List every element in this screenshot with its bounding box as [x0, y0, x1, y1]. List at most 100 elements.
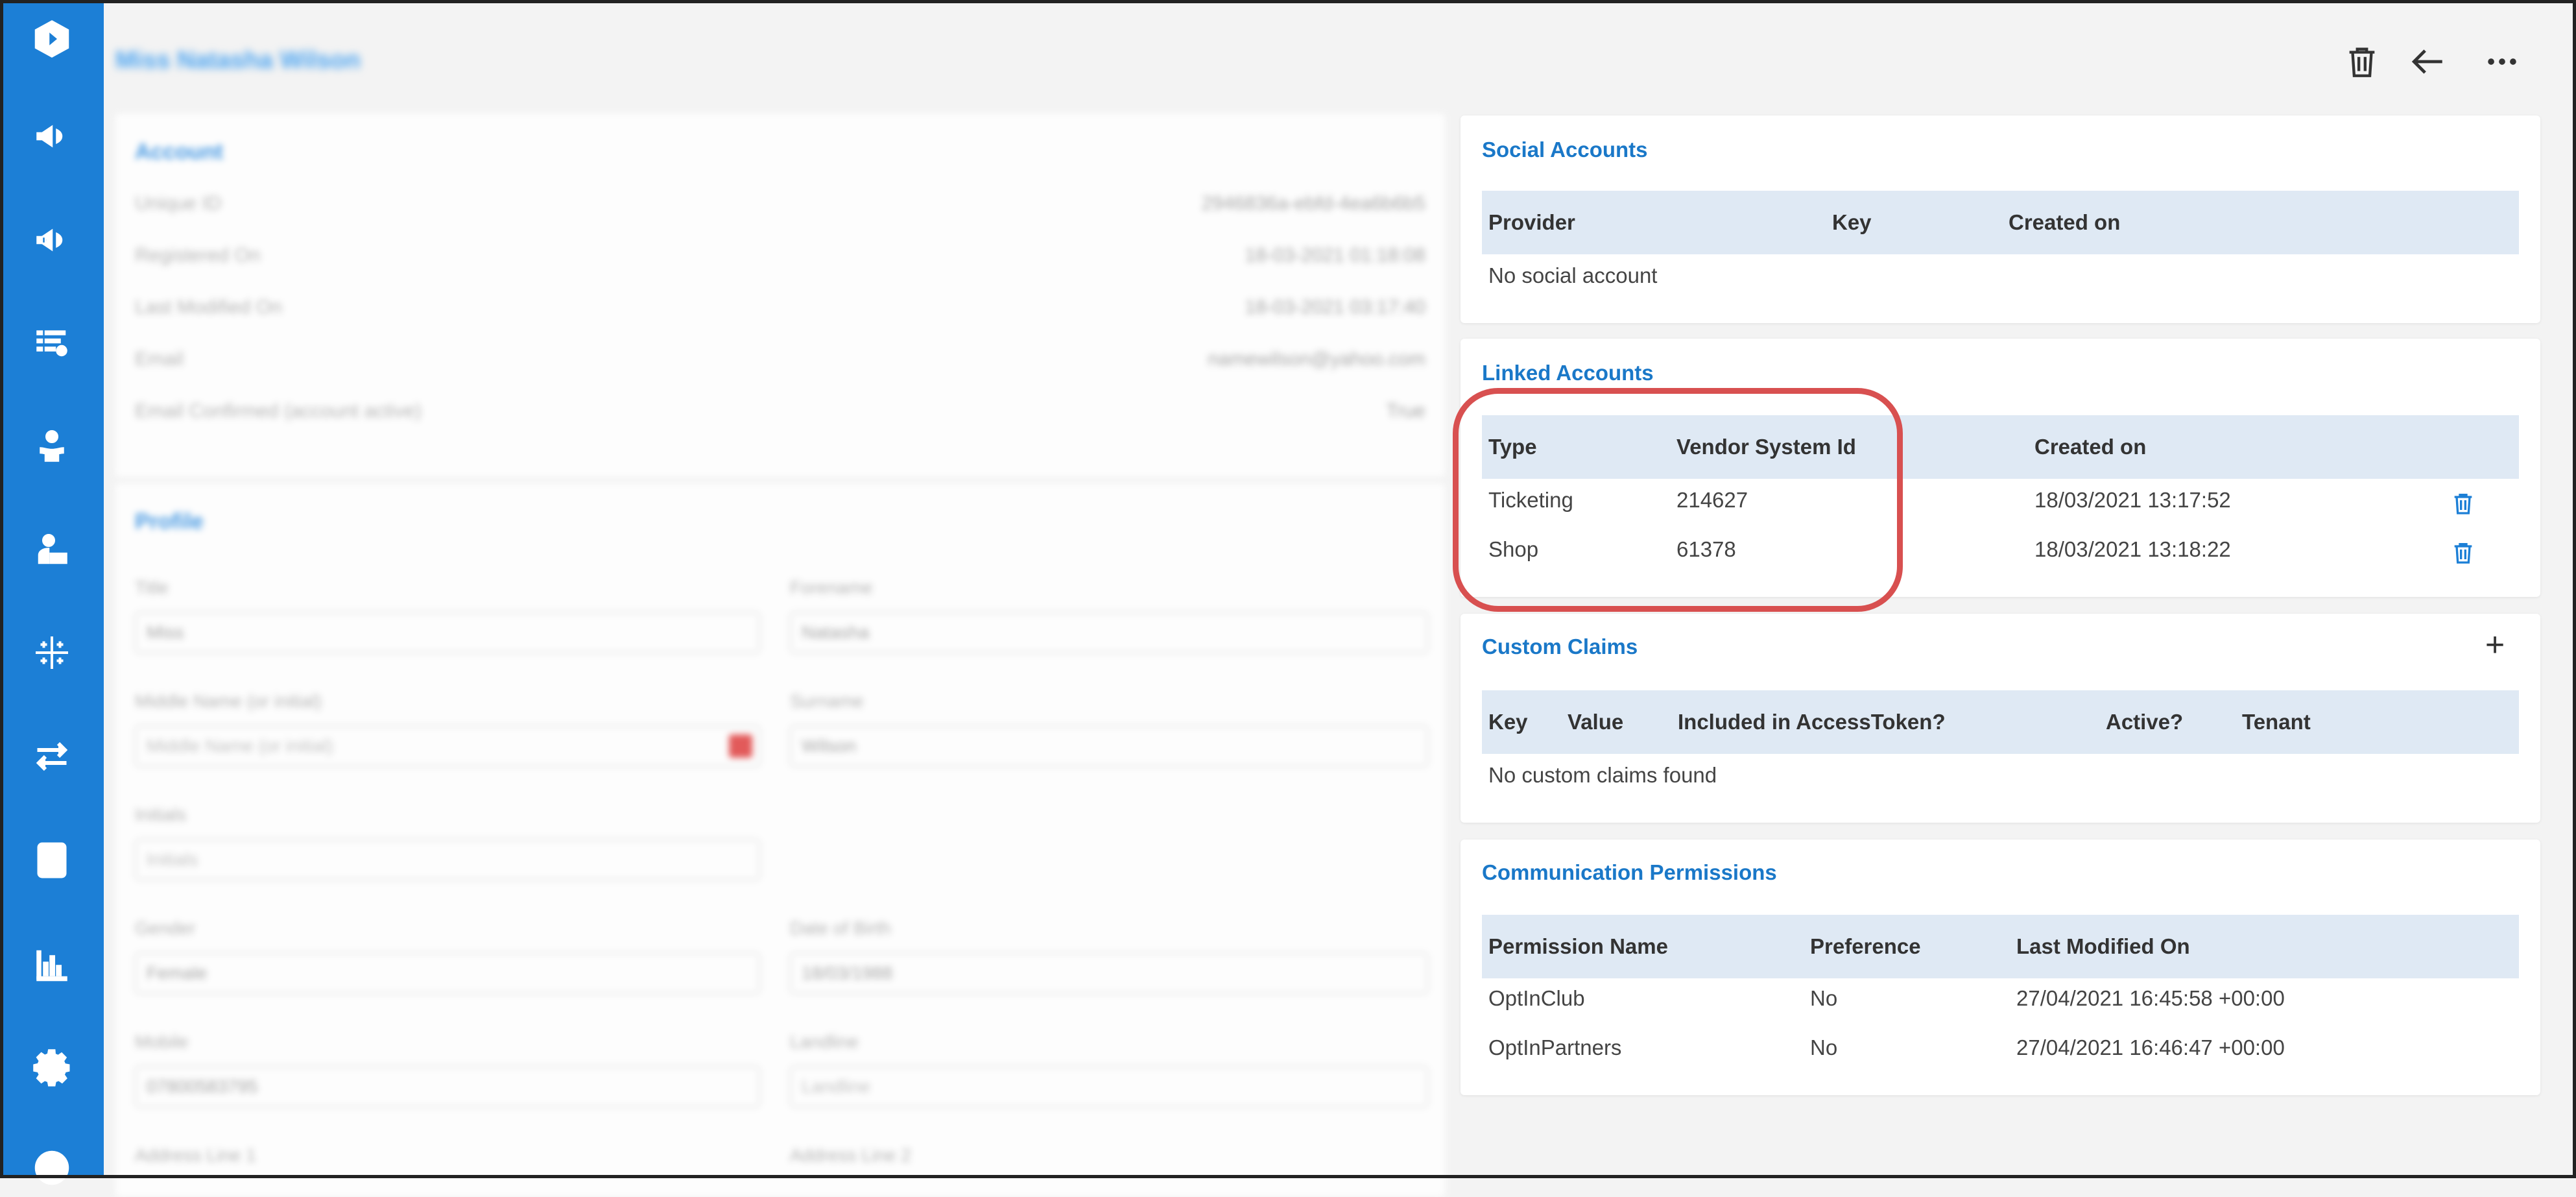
more-icon	[2488, 58, 2516, 65]
delete-linked-account-button[interactable]	[2450, 489, 2476, 518]
column-header-permission-name[interactable]: Permission Name	[1488, 934, 1668, 959]
permission-last-modified: 27/04/2021 16:46:47 +00:00	[2016, 1035, 2285, 1059]
trash-icon	[2349, 47, 2375, 77]
mobile-value: 07800583795	[147, 1076, 258, 1096]
delete-button[interactable]	[2336, 36, 2388, 88]
contact-card-icon[interactable]	[25, 833, 79, 888]
grid-icon[interactable]	[25, 625, 79, 680]
forename-value: Natasha	[802, 622, 870, 642]
gear-icon[interactable]	[25, 1041, 79, 1095]
account-row-label: Email	[135, 348, 184, 370]
middle-name-placeholder: Middle Name (or initial)	[147, 736, 333, 756]
help-icon[interactable]	[25, 1141, 79, 1195]
permission-last-modified: 27/04/2021 16:45:58 +00:00	[2016, 986, 2285, 1010]
title-value: Miss	[147, 622, 184, 642]
column-header-preference[interactable]: Preference	[1810, 934, 1921, 959]
profile-title: Profile	[135, 509, 204, 534]
gender-label: Gender	[135, 918, 196, 938]
surname-value: Wilson	[802, 736, 857, 756]
column-header-created-on[interactable]: Created on	[2034, 435, 2146, 459]
user-desk-icon[interactable]	[25, 523, 79, 577]
forename-input[interactable]: Natasha	[790, 612, 1428, 653]
column-header-created-on[interactable]: Created on	[2009, 210, 2120, 235]
column-header-provider[interactable]: Provider	[1488, 210, 1575, 235]
account-row-label: Registered On	[135, 245, 261, 266]
account-row-value: 18-03-2021 03:17:40	[1245, 296, 1425, 318]
landline-input[interactable]: Landline	[790, 1066, 1428, 1107]
back-button[interactable]	[2402, 36, 2454, 88]
custom-claims-table-header: Key Value Included in AccessToken? Activ…	[1482, 690, 2519, 754]
social-accounts-empty-message: No social account	[1488, 263, 1658, 287]
custom-claims-empty-message: No custom claims found	[1488, 763, 1717, 787]
permission-preference: No	[1810, 1035, 1838, 1059]
communication-permissions-table-header: Permission Name Preference Last Modified…	[1482, 915, 2519, 978]
list-settings-icon[interactable]	[25, 315, 79, 370]
trash-icon	[2454, 494, 2472, 514]
add-custom-claim-button[interactable]: +	[2475, 625, 2514, 664]
account-row: Registered On 18-03-2021 01:18:08	[135, 245, 1425, 271]
address-line-1-label: Address Line 1	[135, 1145, 256, 1165]
user-hand-icon[interactable]	[25, 419, 79, 474]
mobile-input[interactable]: 07800583795	[135, 1066, 760, 1107]
column-header-key[interactable]: Key	[1488, 710, 1528, 734]
account-row-value: namewilson@yahoo.com	[1208, 348, 1425, 370]
landline-label: Landline	[790, 1032, 859, 1052]
mobile-label: Mobile	[135, 1032, 189, 1052]
column-header-last-modified-on[interactable]: Last Modified On	[2016, 934, 2190, 959]
column-header-key[interactable]: Key	[1832, 210, 1872, 235]
column-header-active[interactable]: Active?	[2106, 710, 2183, 734]
initials-label: Initials	[135, 804, 187, 825]
permission-name: OptInPartners	[1488, 1035, 1622, 1059]
account-row-value: True	[1386, 400, 1425, 422]
validation-error-icon	[729, 734, 752, 758]
account-row-value: 18-03-2021 01:18:08	[1245, 245, 1425, 266]
landline-placeholder: Landline	[802, 1076, 870, 1096]
transfer-icon[interactable]	[25, 729, 79, 784]
gender-select[interactable]: Female	[135, 952, 760, 994]
dob-value: 18/03/1988	[802, 963, 893, 983]
title-label: Title	[135, 577, 169, 598]
more-options-button[interactable]	[2476, 36, 2528, 88]
middle-name-input[interactable]: Middle Name (or initial)	[135, 725, 760, 767]
megaphone-plus-icon[interactable]	[25, 213, 79, 267]
column-header-tenant[interactable]: Tenant	[2242, 710, 2311, 734]
back-arrow-icon	[2411, 49, 2442, 74]
surname-input[interactable]: Wilson	[790, 725, 1428, 767]
linked-account-created-on: 18/03/2021 13:18:22	[2034, 537, 2231, 561]
account-row-value: 2946836a-ebfd-4ea6b6b5	[1201, 193, 1425, 214]
column-header-included-in-accesstoken[interactable]: Included in AccessToken?	[1678, 710, 1946, 734]
communication-permissions-title: Communication Permissions	[1482, 860, 1777, 884]
account-title: Account	[135, 139, 223, 164]
account-row: Email Confirmed (account active) True	[135, 400, 1425, 426]
account-row-label: Unique ID	[135, 193, 222, 214]
delete-linked-account-button[interactable]	[2450, 538, 2476, 567]
forename-label: Forename	[790, 577, 873, 598]
column-header-value[interactable]: Value	[1568, 710, 1623, 734]
dob-input[interactable]: 18/03/1988	[790, 952, 1428, 994]
gender-value: Female	[147, 963, 208, 983]
account-card: Account Unique ID 2946836a-ebfd-4ea6b6b5 …	[115, 114, 1445, 477]
account-row: Last Modified On 18-03-2021 03:17:40	[135, 296, 1425, 322]
social-accounts-title: Social Accounts	[1482, 138, 1648, 162]
permission-name: OptInClub	[1488, 986, 1585, 1010]
account-row: Unique ID 2946836a-ebfd-4ea6b6b5	[135, 193, 1425, 219]
megaphone-icon[interactable]	[25, 109, 79, 163]
bar-chart-icon[interactable]	[25, 937, 79, 991]
page-title: Miss Natasha Wilson	[115, 47, 361, 74]
title-select[interactable]: Miss	[135, 612, 760, 653]
permission-preference: No	[1810, 986, 1838, 1010]
custom-claims-title: Custom Claims	[1482, 635, 1638, 659]
initials-input[interactable]: Initials	[135, 839, 760, 880]
trash-icon	[2454, 543, 2472, 564]
app-logo-icon[interactable]	[25, 12, 79, 66]
surname-label: Surname	[790, 691, 864, 711]
left-panel-blurred: Account Unique ID 2946836a-ebfd-4ea6b6b5 …	[115, 114, 1445, 1197]
sidebar	[0, 0, 104, 1185]
linked-account-created-on: 18/03/2021 13:17:52	[2034, 488, 2231, 512]
initials-placeholder: Initials	[147, 849, 198, 869]
profile-card: Profile Title Miss Forename Natasha Midd…	[115, 483, 1445, 1197]
middle-name-label: Middle Name (or initial)	[135, 691, 322, 711]
communication-permissions-card: Communication Permissions Permission Nam…	[1461, 840, 2540, 1095]
account-row: Email namewilson@yahoo.com	[135, 348, 1425, 374]
address-line-2-label: Address Line 2	[790, 1145, 911, 1165]
